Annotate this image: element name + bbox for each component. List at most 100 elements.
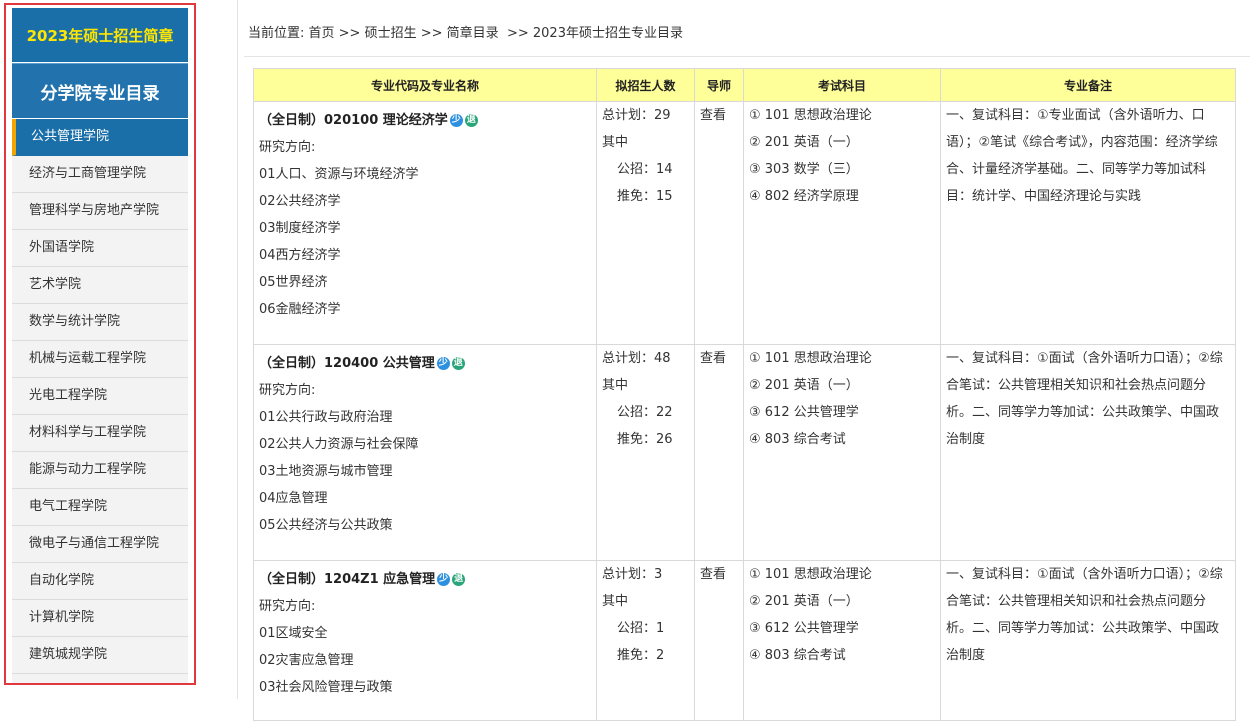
breadcrumb-catalog-link[interactable]: 简章目录 — [447, 26, 499, 41]
exam-subject: ③ 303 数学（三） — [749, 162, 859, 177]
direction-item: 02公共经济学 — [259, 194, 341, 209]
total-plan: 总计划：48 — [602, 351, 671, 366]
direction-item: 05世界经济 — [259, 275, 328, 290]
sidebar-item-college[interactable]: 外国语学院 — [12, 230, 188, 267]
total-plan: 总计划：29 — [602, 108, 671, 123]
subjects-cell: ① 101 思想政治理论 ② 201 英语（一） ③ 612 公共管理学 ④ 8… — [743, 560, 941, 721]
breadcrumb-separator: >> — [498, 26, 533, 41]
sidebar-item-college[interactable]: 计算机学院 — [12, 600, 188, 637]
major-title: （全日制）120400 公共管理少退 — [259, 350, 591, 377]
sidebar-item-college[interactable]: 材料科学与工程学院 — [12, 415, 188, 452]
minority-icon: 少 — [449, 114, 463, 127]
sidebar-item-college[interactable]: 管理科学与房地产学院 — [12, 193, 188, 230]
direction-item: 01公共行政与政府治理 — [259, 410, 393, 425]
breadcrumb-master-admission-link[interactable]: 硕士招生 — [365, 26, 417, 41]
veteran-icon: 退 — [464, 114, 478, 127]
exam-subject: ③ 612 公共管理学 — [749, 621, 859, 636]
major-title: （全日制）1204Z1 应急管理少退 — [259, 566, 591, 593]
enrollment-cell: 总计划：29 其中 公招：14 推免：15 — [596, 101, 695, 345]
direction-item: 03社会风险管理与政策 — [259, 680, 393, 695]
public-recruit: 公招：22 — [617, 405, 673, 420]
sidebar-item-college[interactable]: 自动化学院 — [12, 563, 188, 600]
public-recruit: 公招：14 — [617, 162, 673, 177]
exempt-recommend: 推免：26 — [617, 432, 673, 447]
direction-item: 04西方经济学 — [259, 248, 341, 263]
major-title-text: （全日制）020100 理论经济学 — [259, 113, 448, 128]
sidebar-item-college[interactable]: 艺术学院 — [12, 267, 188, 304]
direction-label: 研究方向: — [259, 140, 316, 155]
college-list: 公共管理学院 经济与工商管理学院 管理科学与房地产学院 外国语学院 艺术学院 数… — [12, 119, 188, 683]
sidebar-item-college[interactable]: 光电工程学院 — [12, 378, 188, 415]
header-major-code-name: 专业代码及专业名称 — [253, 68, 597, 102]
minority-icon: 少 — [437, 573, 451, 586]
sidebar-category-title: 分学院专业目录 — [12, 63, 188, 118]
direction-label: 研究方向: — [259, 383, 316, 398]
enrollment-cell: 总计划：3 其中 公招：1 推免：2 — [596, 560, 695, 721]
sidebar-item-college[interactable]: 土木工程学院 — [12, 674, 188, 683]
subjects-cell: ① 101 思想政治理论 ② 201 英语（一） ③ 612 公共管理学 ④ 8… — [743, 344, 941, 561]
exam-subject: ② 201 英语（一） — [749, 378, 859, 393]
breadcrumb: 当前位置: 首页 >> 硕士招生 >> 简章目录 >> 2023年硕士招生专业目… — [248, 22, 683, 41]
direction-item: 01区域安全 — [259, 626, 328, 641]
exam-subject: ① 101 思想政治理论 — [749, 108, 872, 123]
major-title-text: （全日制）120400 公共管理 — [259, 356, 435, 371]
header-planned-enrollment: 拟招生人数 — [596, 68, 695, 102]
sidebar-item-college[interactable]: 数学与统计学院 — [12, 304, 188, 341]
tutor-cell: 查看 — [694, 560, 744, 721]
exam-subject: ③ 612 公共管理学 — [749, 405, 859, 420]
remark-cell: 一、复试科目：①面试（含外语听力口语）；②综合笔试：公共管理相关知识和社会热点问… — [940, 344, 1236, 561]
veteran-icon: 退 — [451, 357, 465, 370]
direction-item: 06金融经济学 — [259, 302, 341, 317]
view-tutor-link[interactable]: 查看 — [700, 561, 738, 588]
header-exam-subjects: 考试科目 — [743, 68, 941, 102]
major-cell: （全日制）120400 公共管理少退 研究方向: 01公共行政与政府治理 02公… — [253, 344, 597, 561]
breadcrumb-current: 2023年硕士招生专业目录 — [532, 26, 683, 41]
exam-subject: ② 201 英语（一） — [749, 594, 859, 609]
exempt-recommend: 推免：15 — [617, 189, 673, 204]
breadcrumb-separator: >> — [334, 26, 365, 41]
subjects-cell: ① 101 思想政治理论 ② 201 英语（一） ③ 303 数学（三） ④ 8… — [743, 101, 941, 345]
tutor-cell: 查看 — [694, 344, 744, 561]
among-label: 其中 — [602, 135, 629, 150]
exam-subject: ① 101 思想政治理论 — [749, 351, 872, 366]
sidebar-item-college[interactable]: 公共管理学院 — [12, 119, 188, 156]
direction-item: 05公共经济与公共政策 — [259, 518, 393, 533]
remark-cell: 一、复试科目：①面试（含外语听力口语）；②综合笔试：公共管理相关知识和社会热点问… — [940, 560, 1236, 721]
direction-item: 03土地资源与城市管理 — [259, 464, 393, 479]
minority-icon: 少 — [436, 357, 450, 370]
sidebar-item-college[interactable]: 建筑城规学院 — [12, 637, 188, 674]
table-row: （全日制）120400 公共管理少退 研究方向: 01公共行政与政府治理 02公… — [253, 344, 1236, 561]
direction-item: 04应急管理 — [259, 491, 328, 506]
major-title-text: （全日制）1204Z1 应急管理 — [259, 572, 436, 587]
sidebar-item-college[interactable]: 机械与运载工程学院 — [12, 341, 188, 378]
table-header-row: 专业代码及专业名称 拟招生人数 导师 考试科目 专业备注 — [253, 68, 1236, 102]
direction-item: 02灾害应急管理 — [259, 653, 354, 668]
veteran-icon: 退 — [452, 573, 466, 586]
direction-item: 02公共人力资源与社会保障 — [259, 437, 419, 452]
tutor-cell: 查看 — [694, 101, 744, 345]
breadcrumb-prefix: 当前位置: — [248, 26, 309, 41]
public-recruit: 公招：1 — [617, 621, 665, 636]
breadcrumb-home-link[interactable]: 首页 — [309, 26, 335, 41]
view-tutor-link[interactable]: 查看 — [700, 102, 738, 129]
sidebar-item-college[interactable]: 电气工程学院 — [12, 489, 188, 526]
among-label: 其中 — [602, 378, 629, 393]
table-row: （全日制）1204Z1 应急管理少退 研究方向: 01区域安全 02灾害应急管理… — [253, 560, 1236, 721]
sidebar: 2023年硕士招生简章 分学院专业目录 公共管理学院 经济与工商管理学院 管理科… — [4, 3, 196, 685]
sidebar-item-college[interactable]: 能源与动力工程学院 — [12, 452, 188, 489]
major-cell: （全日制）1204Z1 应急管理少退 研究方向: 01区域安全 02灾害应急管理… — [253, 560, 597, 721]
admission-brochure-link[interactable]: 2023年硕士招生简章 — [12, 8, 188, 62]
exempt-recommend: 推免：2 — [617, 648, 665, 663]
view-tutor-link[interactable]: 查看 — [700, 345, 738, 372]
table-row: （全日制）020100 理论经济学少退 研究方向: 01人口、资源与环境经济学 … — [253, 101, 1236, 345]
sidebar-item-college[interactable]: 经济与工商管理学院 — [12, 156, 188, 193]
sidebar-item-college[interactable]: 微电子与通信工程学院 — [12, 526, 188, 563]
total-plan: 总计划：3 — [602, 567, 663, 582]
exam-subject: ① 101 思想政治理论 — [749, 567, 872, 582]
header-major-remarks: 专业备注 — [940, 68, 1236, 102]
direction-item: 03制度经济学 — [259, 221, 341, 236]
breadcrumb-separator: >> — [416, 26, 447, 41]
enrollment-cell: 总计划：48 其中 公招：22 推免：26 — [596, 344, 695, 561]
exam-subject: ④ 803 综合考试 — [749, 648, 846, 663]
remark-cell: 一、复试科目：①专业面试（含外语听力、口语）；②笔试《综合考试》，内容范围：经济… — [940, 101, 1236, 345]
